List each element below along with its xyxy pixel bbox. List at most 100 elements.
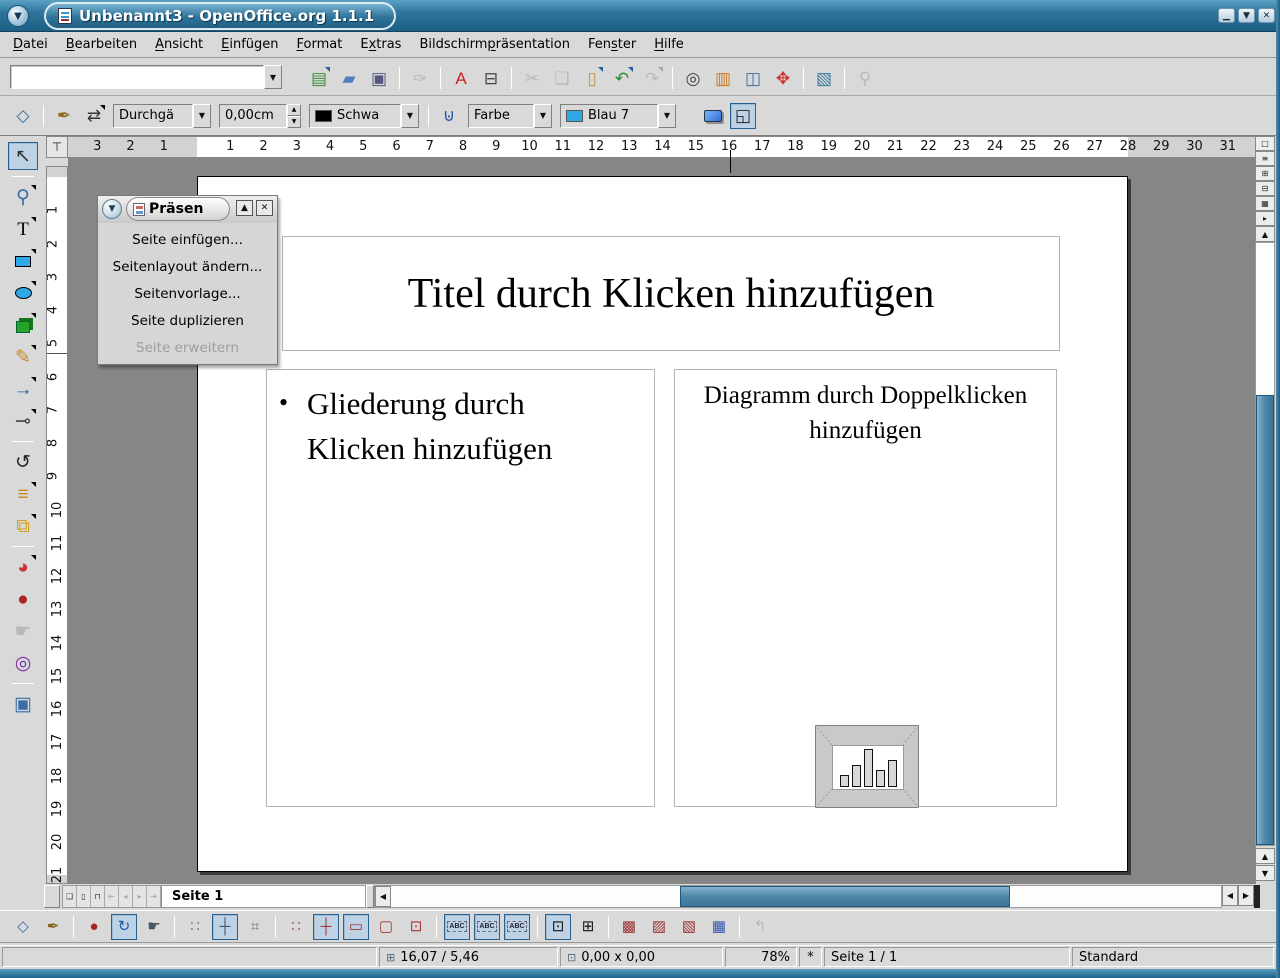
previous-page-button[interactable]: ◂ [119,886,133,907]
area-fill-button[interactable]: ⊍ [436,103,462,129]
line-width-field-spin-up-button[interactable]: ▲ [287,104,301,116]
gallery-button[interactable]: ◫ [740,65,766,91]
notes-view-button[interactable]: ⊟ [1255,181,1275,196]
palette-title-bar[interactable]: ▼ Präsen ▲ ✕ [98,196,277,223]
text-placeholder-button[interactable]: ▧ [676,914,702,940]
zoom-page-button[interactable]: ✥ [770,65,796,91]
stylist-button[interactable]: ▥ [710,65,736,91]
chart-placeholder-frame[interactable]: Diagramm durch Doppelklicken hinzufügen [674,369,1057,807]
scroll-left-button-2[interactable]: ◀ [1222,885,1238,906]
picture-placeholder-button[interactable]: ▩ [616,914,642,940]
effects-opt-button[interactable]: ● [81,914,107,940]
page-mode-button[interactable]: ❏ [63,886,77,907]
maximize-button[interactable]: ▼ [1238,8,1255,23]
drawing-view-button[interactable]: □ [1255,136,1275,151]
edit-file-button[interactable]: ✑ [407,65,433,91]
minimize-button[interactable]: ▁ [1218,8,1235,23]
lines-arrows-tool-button[interactable]: → [8,375,38,403]
quick-edit-button[interactable]: ABC [444,914,470,940]
line-style-combo-dropdown-button[interactable]: ▼ [193,104,211,128]
connector-tool-button[interactable]: ⊸ [8,407,38,435]
menu-einfgen[interactable]: Einfügen [212,33,287,56]
large-handles-button[interactable]: ⊞ [575,914,601,940]
vertical-scrollbar-track[interactable] [1255,242,1275,846]
save-document-button[interactable]: ▣ [366,65,392,91]
effects-tool-button[interactable]: ● [8,585,38,613]
scroll-up-button-2[interactable]: ▲ [1255,848,1275,864]
simple-handles-button[interactable]: ⊡ [545,914,571,940]
master-mode-button[interactable]: ▯ [77,886,91,907]
open-document-button[interactable]: ▰ [336,65,362,91]
title-pill[interactable]: Unbenannt3 - OpenOffice.org 1.1.1 [44,2,396,30]
horizontal-ruler[interactable]: 3211234567891011121314151617181920212223… [68,136,1256,158]
export-pdf-button[interactable]: A [448,65,474,91]
line-width-field-value[interactable]: 0,00cm [219,104,287,128]
ellipse-tool-button[interactable] [8,279,38,307]
rotate-tool-button[interactable]: ↺ [8,448,38,476]
interaction-tool-button[interactable]: ☛ [8,617,38,645]
outline-view-button[interactable]: ≡ [1255,151,1275,166]
ruler-corner-box[interactable]: ⊤ [46,136,68,158]
insert-graphics-button[interactable]: ▧ [811,65,837,91]
menu-hilfe[interactable]: Hilfe [645,33,693,56]
print-file-button[interactable]: ⊟ [478,65,504,91]
scroll-up-button[interactable]: ▲ [1255,226,1275,242]
url-input[interactable] [10,65,264,89]
first-page-button[interactable]: ⇤ [105,886,119,907]
layer-mode-button[interactable]: ⊓ [91,886,105,907]
next-page-button[interactable]: ▸ [133,886,147,907]
slide-page[interactable]: Titel durch Klicken hinzufügen •Gliederu… [197,176,1128,872]
status-size-field[interactable]: ⊡ 0,00 x 0,00 [560,947,723,967]
palette-item-seitenlayout-ändern[interactable]: Seitenlayout ändern... [98,253,277,280]
title-placeholder-frame[interactable]: Titel durch Klicken hinzufügen [282,236,1060,351]
redo-button[interactable]: ↷ [639,65,665,91]
handout-view-button[interactable]: ▦ [1255,196,1275,211]
fill-type-combo-dropdown-button[interactable]: ▼ [534,104,552,128]
new-document-button[interactable]: ▤ [306,65,332,91]
3d-object-tool-button[interactable] [8,311,38,339]
horizontal-scrollbar-track[interactable]: ◀ [374,885,1222,908]
edit-points-button[interactable]: ◇ [10,103,36,129]
palette-item-seitenvorlage[interactable]: Seitenvorlage... [98,280,277,307]
snap-to-object-points-button[interactable]: ⊡ [403,914,429,940]
status-page-field[interactable]: Seite 1 / 1 [824,947,1070,967]
status-zoom-field[interactable]: 78% [725,947,797,967]
cut-button[interactable]: ✂ [519,65,545,91]
palette-close-button[interactable]: ✕ [256,200,273,216]
last-page-button[interactable]: ⇥ [147,886,161,907]
menu-datei[interactable]: Datei [4,33,57,56]
paste-button[interactable]: ▯ [579,65,605,91]
palette-menu-button[interactable]: ▼ [102,199,122,219]
outline-placeholder-frame[interactable]: •Gliederung durch Klicken hinzufügen [266,369,655,807]
shadow-button[interactable] [700,103,726,129]
3d-controller-button[interactable]: ◎ [8,649,38,677]
curve-tool-button[interactable]: ✎ [8,343,38,371]
palette-item-seite-einfügen[interactable]: Seite einfügen... [98,226,277,253]
rectangle-tool-button[interactable] [8,247,38,275]
page-tab[interactable]: Seite 1 [161,886,241,907]
start-presentation-tool-button[interactable]: ▣ [8,690,38,718]
vertical-scrollbar-thumb[interactable] [1256,395,1274,845]
vertical-ruler[interactable]: 123456789101112131415161718192021 [46,166,68,884]
navigator-button[interactable]: ◎ [680,65,706,91]
window-menu-button[interactable]: ▼ [7,5,29,27]
fill-color-combo-value[interactable]: Blau 7 [560,104,658,128]
line-style-combo-value[interactable]: Durchgä [113,104,193,128]
select-button[interactable]: ↖ [8,142,38,170]
menu-format[interactable]: Format [288,33,352,56]
edit-points-opt-button[interactable]: ◇ [10,914,36,940]
line-color-combo-dropdown-button[interactable]: ▼ [401,104,419,128]
insert-object-button[interactable]: ◕ [8,553,38,581]
tab-splitter-handle[interactable] [366,885,374,908]
snap-to-object-border-button[interactable]: ▢ [373,914,399,940]
double-click-edit-text-button[interactable]: ABC [504,914,530,940]
arrow-ends-button[interactable]: ⇄ [81,103,107,129]
palette-item-seite-duplizieren[interactable]: Seite duplizieren [98,307,277,334]
status-style-field[interactable]: Standard [1072,947,1274,967]
contour-mode-button[interactable]: ▨ [646,914,672,940]
show-grid-button[interactable]: ∷ [182,914,208,940]
guides-when-moving-button[interactable]: ⌗ [242,914,268,940]
search-button[interactable]: ⚲ [852,65,878,91]
menu-bildschirmprsentation[interactable]: Bildschirmpräsentation [410,33,579,56]
menu-extras[interactable]: Extras [351,33,410,56]
